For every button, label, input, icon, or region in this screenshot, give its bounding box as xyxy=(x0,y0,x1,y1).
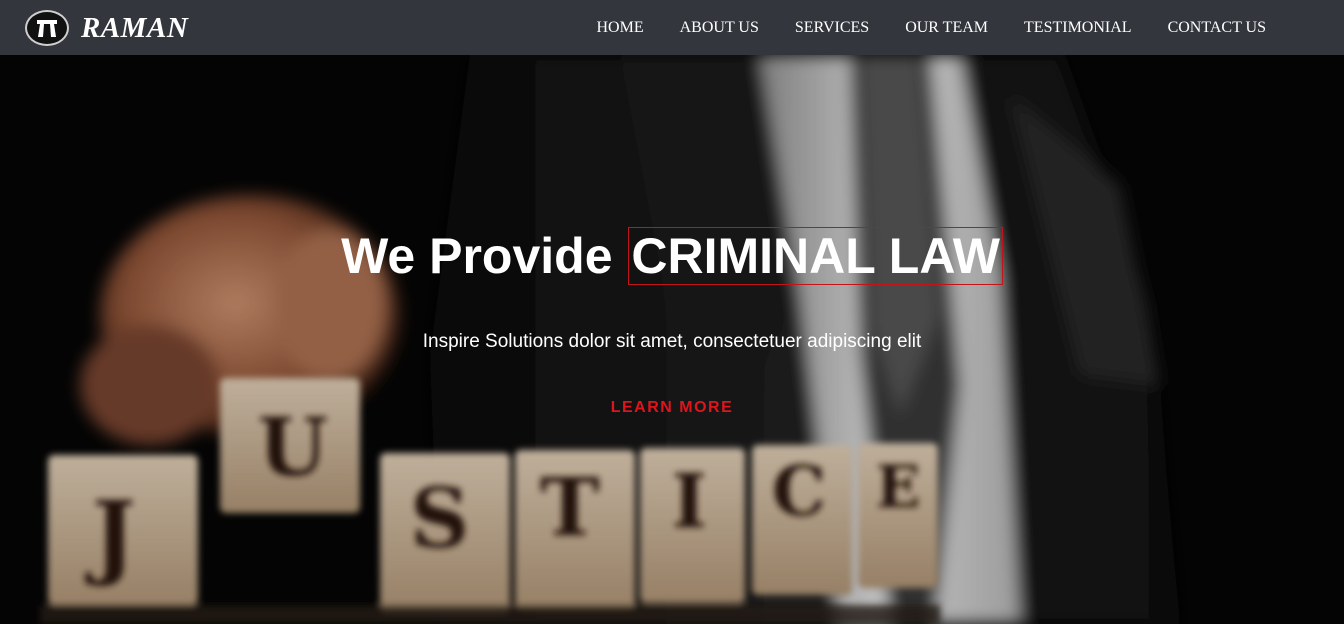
hero-section: J U S T I C E We Provide CRIMINAL LAW In… xyxy=(0,55,1344,624)
hero-subtitle: Inspire Solutions dolor sit amet, consec… xyxy=(422,331,922,352)
nav-contact-us[interactable]: CONTACT US xyxy=(1168,19,1266,37)
hero-title-prefix: We Provide xyxy=(341,228,613,284)
learn-more-button[interactable]: LEARN MORE xyxy=(611,399,734,416)
main-nav: HOME ABOUT US SERVICES OUR TEAM TESTIMON… xyxy=(597,0,1267,55)
navbar: RAMAN HOME ABOUT US SERVICES OUR TEAM TE… xyxy=(0,0,1344,55)
nav-home[interactable]: HOME xyxy=(597,19,644,37)
law-bands-icon xyxy=(25,10,69,46)
nav-our-team[interactable]: OUR TEAM xyxy=(905,19,988,37)
nav-testimonial[interactable]: TESTIMONIAL xyxy=(1024,19,1132,37)
brand[interactable]: RAMAN xyxy=(25,7,188,49)
brand-name: RAMAN xyxy=(81,11,189,44)
nav-services[interactable]: SERVICES xyxy=(795,19,869,37)
hero-title-highlight: CRIMINAL LAW xyxy=(628,227,1003,285)
hero-title: We Provide CRIMINAL LAW xyxy=(0,227,1344,285)
nav-about-us[interactable]: ABOUT US xyxy=(680,19,759,37)
